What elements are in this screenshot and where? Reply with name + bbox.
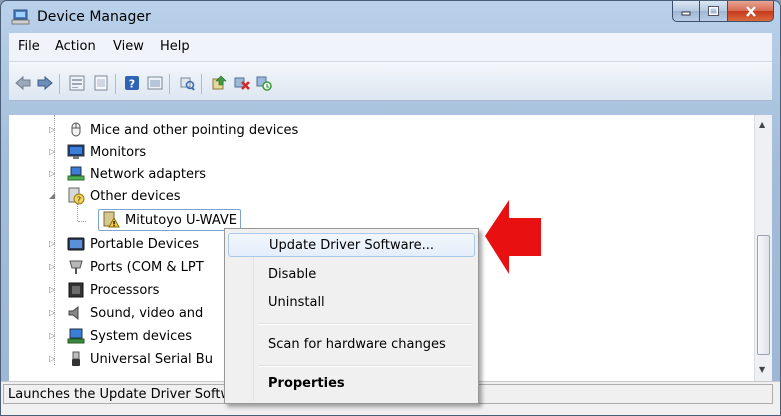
tree-item-sound-video[interactable]: ▷ Sound, video and [49, 302, 203, 324]
tree-item-label: Network adapters [90, 166, 207, 182]
toolbar-separator [115, 74, 116, 94]
tree-item-monitors[interactable]: ▷ Monitors [49, 141, 146, 163]
menu-separator [258, 323, 472, 325]
expand-arrow-icon[interactable]: ▷ [49, 263, 57, 271]
update-driver-icon[interactable] [211, 75, 227, 91]
svg-text:?: ? [77, 196, 81, 205]
collapse-arrow-icon[interactable]: ◢ [49, 192, 57, 200]
mouse-icon [67, 122, 85, 138]
tree-item-other-devices[interactable]: ◢ ? Other devices [49, 185, 181, 207]
menu-separator [258, 365, 472, 367]
processor-icon [67, 282, 85, 298]
tree-item-usb[interactable]: ▷ Universal Serial Bu [49, 348, 213, 370]
menu-bar: File Action View Help [9, 33, 772, 62]
tree-item-label: Ports (COM & LPT [90, 259, 204, 275]
tree-item-mice[interactable]: ▷ Mice and other pointing devices [49, 119, 298, 141]
menu-help[interactable]: Help [160, 39, 190, 54]
menu-item-properties[interactable]: Properties [228, 372, 475, 396]
menu-item-disable[interactable]: Disable [228, 263, 475, 287]
maximize-icon [708, 6, 719, 16]
expand-arrow-icon[interactable]: ▷ [49, 355, 57, 363]
portable-device-icon [67, 236, 85, 252]
menu-item-label: Disable [268, 267, 317, 282]
forward-arrow-icon[interactable] [37, 75, 53, 91]
show-hide-icon[interactable] [147, 75, 163, 91]
tree-item-label: Mitutoyo U-WAVE [125, 212, 237, 228]
tree-item-label: Universal Serial Bu [90, 351, 213, 367]
tree-item-label: Processors [90, 282, 160, 298]
close-button[interactable] [728, 1, 774, 22]
menu-item-label: Uninstall [268, 295, 325, 310]
scroll-up-icon[interactable]: ▲ [759, 120, 765, 129]
maximize-button[interactable] [700, 1, 728, 22]
tree-item-mitutoyo-u-wave[interactable]: Mitutoyo U-WAVE [98, 209, 241, 231]
menu-item-update-driver[interactable]: Update Driver Software... [228, 233, 475, 257]
toolbar-separator [59, 74, 60, 94]
expand-arrow-icon[interactable]: ▷ [49, 170, 57, 178]
properties-grid-icon[interactable] [69, 75, 85, 91]
toolbar: ? [9, 62, 772, 101]
tree-item-portable-devices[interactable]: ▷ Portable Devices [49, 233, 199, 255]
svg-text:?: ? [129, 78, 135, 91]
disable-icon[interactable] [256, 75, 272, 91]
menu-view[interactable]: View [113, 39, 144, 54]
back-arrow-icon[interactable] [15, 75, 31, 91]
port-icon [67, 259, 85, 275]
unknown-device-icon: ? [67, 187, 85, 205]
tree-item-processors[interactable]: ▷ Processors [49, 279, 159, 301]
tree-item-label: Portable Devices [90, 236, 199, 252]
expand-arrow-icon[interactable]: ▷ [49, 309, 57, 317]
scroll-down-icon[interactable]: ▼ [759, 365, 765, 374]
uninstall-icon[interactable] [234, 75, 250, 91]
monitor-icon [67, 144, 85, 160]
minimize-icon [681, 11, 691, 16]
expand-arrow-icon[interactable]: ▷ [49, 286, 57, 294]
menu-item-label: Properties [268, 376, 345, 391]
window-title: Device Manager [37, 9, 151, 25]
help-icon[interactable]: ? [124, 75, 140, 91]
warning-device-icon [102, 211, 120, 228]
tree-item-label: System devices [90, 328, 193, 344]
device-manager-icon [11, 8, 31, 26]
menu-item-scan-hardware[interactable]: Scan for hardware changes [228, 333, 475, 357]
expand-arrow-icon[interactable]: ▷ [49, 240, 57, 248]
context-menu: Update Driver Software... Disable Uninst… [224, 228, 479, 404]
toolbar-separator [201, 74, 202, 94]
menu-item-label: Update Driver Software... [269, 238, 435, 253]
tree-item-label: Mice and other pointing devices [90, 122, 299, 138]
menu-item-label: Scan for hardware changes [268, 337, 446, 352]
caption-buttons [672, 1, 774, 23]
network-adapter-icon [67, 166, 85, 182]
scrollbar-thumb[interactable] [757, 235, 770, 355]
tree-item-network-adapters[interactable]: ▷ Network adapters [49, 163, 206, 185]
tree-item-ports[interactable]: ▷ Ports (COM & LPT [49, 256, 204, 278]
title-bar[interactable]: Device Manager [1, 1, 780, 33]
scan-hardware-icon[interactable] [179, 75, 195, 91]
usb-icon [67, 351, 85, 367]
red-arrow-annotation [485, 200, 541, 274]
menu-item-uninstall[interactable]: Uninstall [228, 291, 475, 315]
tree-item-label: Monitors [90, 144, 147, 160]
vertical-scrollbar[interactable]: ▲ ▼ [754, 115, 772, 381]
menu-action[interactable]: Action [55, 39, 96, 54]
sound-icon [67, 305, 85, 321]
toolbar-separator [169, 74, 170, 94]
close-icon [745, 5, 756, 17]
expand-arrow-icon[interactable]: ▷ [49, 126, 57, 134]
tree-item-label: Other devices [90, 188, 181, 204]
details-view-icon[interactable] [93, 75, 109, 91]
tree-line [78, 221, 86, 222]
tree-item-label: Sound, video and [90, 305, 204, 321]
expand-arrow-icon[interactable]: ▷ [49, 332, 57, 340]
minimize-button[interactable] [672, 1, 700, 22]
expand-arrow-icon[interactable]: ▷ [49, 148, 57, 156]
menu-file[interactable]: File [18, 39, 40, 54]
tree-item-system-devices[interactable]: ▷ System devices [49, 325, 192, 347]
system-device-icon [67, 328, 85, 344]
